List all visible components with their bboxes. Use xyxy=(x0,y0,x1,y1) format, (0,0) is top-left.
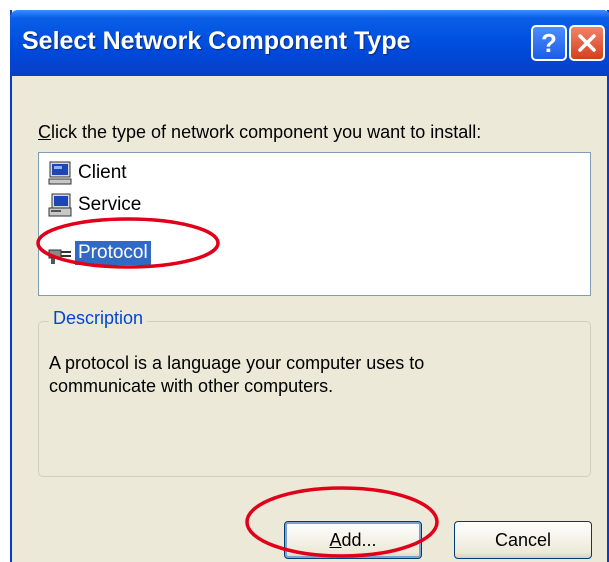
component-type-list[interactable]: Client Service Protocol xyxy=(38,152,591,296)
service-computer-icon xyxy=(48,193,72,217)
list-item-label: Service xyxy=(78,194,142,215)
title-bar[interactable]: Select Network Component Type ? xyxy=(10,10,609,76)
add-accelerator: A xyxy=(329,529,342,550)
instruction-label: Click the type of network component you … xyxy=(38,122,481,143)
description-line: communicate with other computers. xyxy=(49,376,334,396)
description-line: A protocol is a language your computer u… xyxy=(49,353,425,373)
close-icon xyxy=(578,34,596,52)
dialog-title: Select Network Component Type xyxy=(22,27,411,55)
list-item-client[interactable]: Client xyxy=(47,159,130,187)
cancel-button[interactable]: Cancel xyxy=(454,521,592,559)
client-computer-icon xyxy=(48,161,72,185)
description-group: Description A protocol is a language you… xyxy=(38,308,591,477)
list-item-service[interactable]: Service xyxy=(47,191,144,219)
description-group-label: Description xyxy=(49,308,148,329)
help-button[interactable]: ? xyxy=(531,25,567,61)
instruction-accelerator: C xyxy=(38,122,51,142)
description-text: A protocol is a language your computer u… xyxy=(49,352,569,398)
close-button[interactable] xyxy=(569,25,605,61)
instruction-text: lick the type of network component you w… xyxy=(51,122,482,142)
list-item-label: Protocol xyxy=(75,241,151,265)
dialog-window: Select Network Component Type ? Click th… xyxy=(10,10,609,562)
add-button[interactable]: Add... xyxy=(284,521,422,559)
protocol-plug-icon xyxy=(48,249,71,264)
list-item-protocol[interactable]: Protocol xyxy=(47,239,151,267)
list-item-label: Client xyxy=(78,162,127,183)
question-mark-icon: ? xyxy=(541,28,557,58)
add-label: dd... xyxy=(341,529,377,550)
